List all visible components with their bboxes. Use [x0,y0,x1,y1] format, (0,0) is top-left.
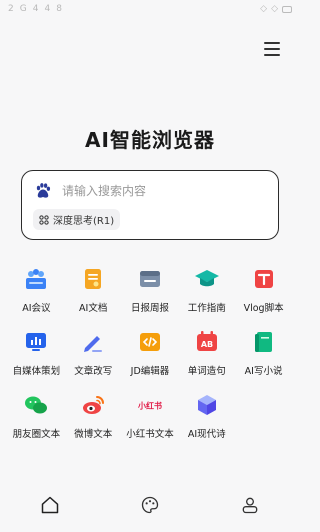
tool-label: 日报周报 [130,303,169,314]
media-plan-icon [23,329,49,355]
status-item: 4 [32,4,40,14]
code-editor-icon [137,329,163,355]
graduation-cap-icon [194,266,220,292]
status-right: ◇ ◇ [260,4,292,14]
tool-label: Vlog脚本 [243,303,284,314]
tool-label: 朋友圈文本 [12,429,61,440]
nav-home[interactable] [30,490,70,520]
tool-label: 工作指南 [187,303,226,314]
poem-cube-icon [194,392,220,418]
tool-word-sentence[interactable]: AB 单词造句 [178,329,235,377]
tool-grid: AI会议 AI文档 日报周报 工作指南 Vlog脚本 自媒体策划 文章改写 JD… [8,266,292,440]
tool-work-guide[interactable]: 工作指南 [178,266,235,314]
nav-profile[interactable] [230,490,270,520]
svg-text:小红书: 小红书 [137,401,162,411]
page-title: AI智能浏览器 [85,128,215,152]
status-bar: 2 G 4 4 8 ◇ ◇ [0,0,300,18]
word-sentence-icon: AB [194,329,220,355]
deep-think-button[interactable]: 深度思考(R1) [33,209,121,230]
tool-vlog-script[interactable]: Vlog脚本 [235,266,292,314]
tool-label: 文章改写 [74,366,113,377]
vlog-script-icon [251,266,277,292]
deep-think-icon [39,214,49,225]
status-item: 8 [56,4,63,14]
tool-xiaohongshu-text[interactable]: 小红书 小红书文本 [122,392,179,441]
tool-moments-text[interactable]: 朋友圈文本 [8,392,65,440]
svg-text:AB: AB [201,340,213,349]
tool-media-plan[interactable]: 自媒体策划 [8,329,65,377]
tool-label: AI会议 [22,303,51,314]
tool-label: 自媒体策划 [12,366,61,377]
moments-icon [23,392,49,418]
report-icon [137,266,163,292]
status-item: 2 [8,4,15,14]
nav-palette[interactable] [130,490,170,520]
search-input[interactable] [62,184,266,198]
search-row [34,181,266,201]
tool-ai-novel[interactable]: AI写小说 [235,329,292,377]
weibo-icon [80,392,106,418]
tool-ai-meeting[interactable]: AI会议 [8,266,65,314]
tool-label: AI现代诗 [187,429,226,440]
profile-icon [242,497,258,514]
bottom-nav [0,484,300,532]
document-icon [80,266,106,292]
xiaohongshu-icon: 小红书 [137,392,163,418]
book-icon [251,329,277,355]
tool-ai-poem[interactable]: AI现代诗 [178,392,235,440]
tool-ai-document[interactable]: AI文档 [65,266,122,314]
tool-label: AI文档 [79,303,108,314]
signal-icon: ◇ [271,4,278,14]
tool-article-rewrite[interactable]: 文章改写 [65,329,122,377]
palette-icon [141,496,159,514]
tool-label: 小红书文本 [126,429,174,440]
deep-think-label: 深度思考(R1) [53,216,115,227]
tool-jd-editor[interactable]: JD编辑器 [122,329,179,377]
status-item: G [19,4,28,14]
baidu-paw-icon[interactable] [34,182,52,200]
meeting-icon [23,266,49,292]
tool-label: 微博文本 [74,429,113,440]
battery-icon [282,5,292,13]
status-item: 4 [44,4,52,14]
hamburger-menu-icon[interactable] [264,42,280,56]
status-left: 2 G 4 4 8 [8,4,63,14]
tool-label: AI写小说 [244,366,283,377]
home-icon [41,496,59,514]
tool-daily-report[interactable]: 日报周报 [122,266,179,314]
tool-label: 单词造句 [187,366,226,377]
pen-icon [80,329,106,355]
tool-weibo-text[interactable]: 微博文本 [65,392,122,440]
tool-label: JD编辑器 [130,366,170,377]
search-card: 深度思考(R1) [21,170,279,240]
wifi-icon: ◇ [260,4,268,14]
